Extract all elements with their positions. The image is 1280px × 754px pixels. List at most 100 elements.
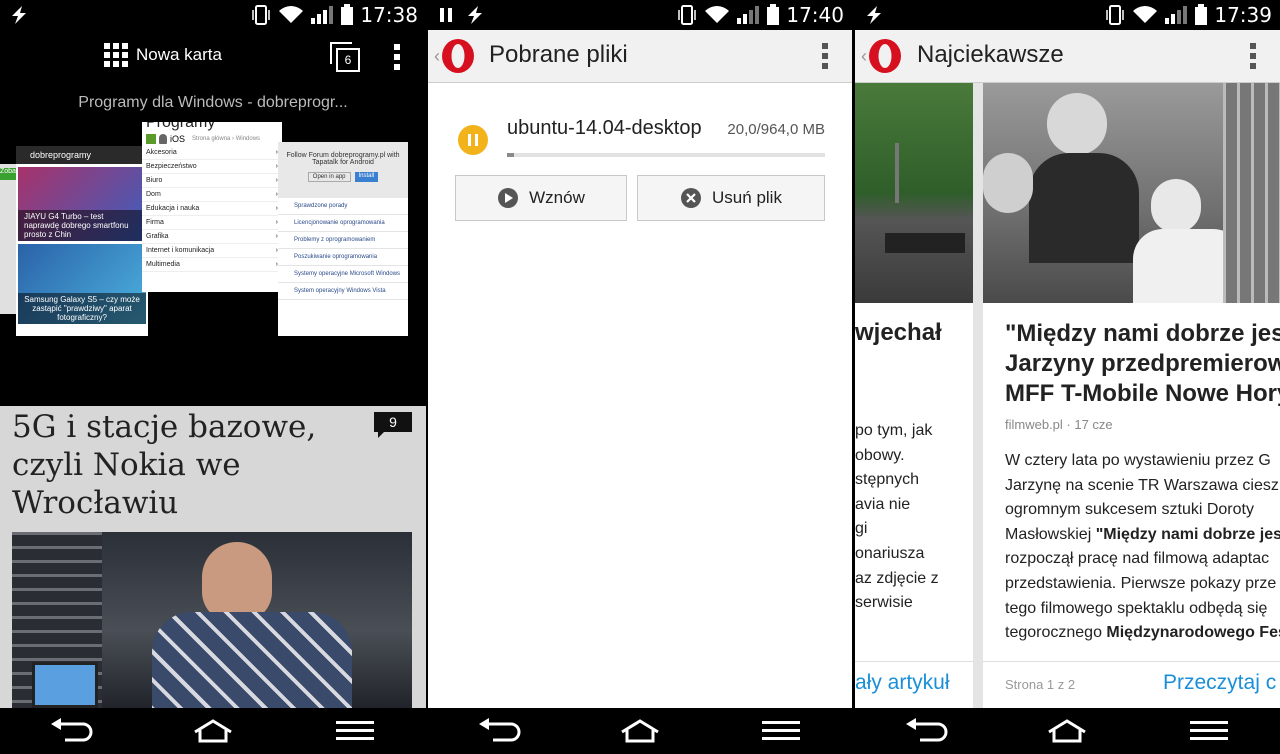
text-line: tegorocznego Międzynarodowego Fes — [1005, 624, 1280, 642]
crumb: Strona główna › Windows — [192, 136, 261, 142]
menu-button[interactable] — [1179, 711, 1239, 751]
grid-icon — [104, 43, 128, 67]
menu-item[interactable]: Firma › — [142, 216, 282, 230]
pause-status-icon — [440, 8, 452, 22]
read-more-link[interactable]: Przeczytaj c — [1163, 671, 1276, 695]
back-button[interactable] — [41, 711, 101, 751]
menu-item[interactable]: Akcesoria › — [142, 146, 282, 160]
card-source: filmweb.pl · 17 cze — [1005, 417, 1113, 432]
promo-text: Follow Forum dobreprogramy.pl with Tapat… — [286, 152, 400, 166]
file-size: 20,0/964,0 MB — [727, 121, 825, 138]
news-card-right[interactable]: "Między nami dobrze jes Jarzyny przedpre… — [983, 83, 1280, 708]
home-button[interactable] — [183, 711, 243, 751]
menu-item-label: Multimedia — [146, 261, 180, 268]
new-tab-label: Nowa karta — [136, 45, 222, 64]
resume-button[interactable]: Wznów — [455, 175, 627, 221]
tab-thumbnail-far-left[interactable]: Zobacz, co — [0, 164, 16, 314]
panel-discover: 17:39 ‹ Najciekawsze wjechał po tym, jak… — [855, 0, 1280, 754]
opera-home-button[interactable]: ‹ — [434, 38, 476, 74]
card-title: "Między nami dobrze jes Jarzyny przedpre… — [1005, 320, 1280, 407]
home-button[interactable] — [610, 711, 670, 751]
text-line: az zdjęcie z — [855, 569, 939, 587]
battery-icon — [341, 4, 354, 25]
nav-bar — [428, 708, 852, 754]
menu-button[interactable] — [751, 711, 811, 751]
forum-item[interactable]: Problemy z oprogramowaniem — [278, 232, 408, 249]
menu-item[interactable]: Edukacja i nauka › — [142, 202, 282, 216]
install-button[interactable]: Install — [354, 172, 379, 182]
article-thumb-2: Samsung Galaxy S5 – czy może zastąpić "p… — [18, 293, 146, 324]
back-button[interactable] — [896, 711, 956, 751]
text-line: gi — [855, 520, 868, 538]
overflow-menu-icon[interactable] — [1249, 43, 1257, 69]
read-article-link[interactable]: ały artykuł — [855, 671, 950, 695]
clock: 17:39 — [1214, 3, 1272, 27]
menu-item-label: Firma — [146, 219, 164, 226]
resume-label: Wznów — [529, 188, 585, 207]
site-logo: dobreprogramy — [16, 146, 148, 164]
menu-item[interactable]: Biuro › — [142, 174, 282, 188]
android-icon — [159, 134, 167, 144]
pause-button[interactable] — [458, 125, 488, 155]
opera-home-button[interactable]: ‹ — [861, 38, 903, 74]
home-icon — [194, 719, 232, 743]
forum-item[interactable]: System operacyjny Windows Vista — [278, 283, 408, 300]
menu-item[interactable]: Internet i komunikacja › — [142, 244, 282, 258]
forum-item[interactable]: Sprawdzone porady — [278, 198, 408, 215]
tab-thumbnail-forum[interactable]: Follow Forum dobreprogramy.pl with Tapat… — [278, 142, 408, 336]
delete-file-button[interactable]: Usuń plik — [637, 175, 825, 221]
battery-icon — [1195, 4, 1208, 25]
panel-tabs: 17:38 Nowa karta 6 Programy dla Windows … — [0, 0, 426, 754]
card-title: wjechał — [855, 319, 942, 346]
menu-item-label: Akcesoria — [146, 149, 177, 156]
text-line: Masłowskiej "Między nami dobrze jes — [1005, 525, 1280, 543]
news-card-left[interactable]: wjechał po tym, jak obowy. stępnych avia ni… — [855, 83, 973, 708]
signal-icon — [311, 6, 334, 24]
text-line: avia nie — [855, 495, 911, 513]
home-button[interactable] — [1037, 711, 1097, 751]
menu-item-label: Biuro — [146, 177, 163, 184]
nav-bar — [0, 708, 426, 754]
text-line: obowy. — [855, 446, 905, 464]
pause-icon — [468, 134, 471, 146]
menu-item[interactable]: Dom › — [142, 188, 282, 202]
menu-item-label: Edukacja i nauka — [146, 205, 200, 212]
open-in-app-button[interactable]: Open in app — [307, 172, 351, 182]
tab-thumbnail-menu[interactable]: Programy iOS Strona główna › Windows Akc… — [142, 122, 282, 292]
panel-downloads: 17:40 ‹ Pobrane pliki ubuntu-14.04-deskt… — [428, 0, 852, 754]
download-progress — [507, 153, 825, 157]
tab-switcher[interactable]: Programy dla Windows - dobreprogr... dob… — [0, 84, 426, 404]
overflow-menu-icon[interactable] — [821, 43, 829, 69]
forum-item[interactable]: Systemy operacyjne Microsoft Windows — [278, 266, 408, 283]
overflow-menu-icon[interactable] — [393, 44, 401, 70]
menu-item[interactable]: Bezpieczeństwo › — [142, 160, 282, 174]
article-title: 5G i stacje bazowe, czyli Nokia we Wrocł… — [12, 409, 317, 521]
tab-thumbnail-left[interactable]: dobreprogramy JIAYU G4 Turbo – test napr… — [16, 146, 148, 336]
back-button[interactable] — [469, 711, 529, 751]
forum-item[interactable]: Poszukiwanie oprogramowania — [278, 249, 408, 266]
card-photo — [855, 83, 973, 303]
back-icon — [51, 718, 93, 742]
page-title: Najciekawsze — [917, 41, 1064, 68]
signal-icon — [1165, 6, 1188, 24]
menu-item[interactable]: Grafika › — [142, 230, 282, 244]
tab-count-button[interactable]: 6 — [330, 42, 360, 72]
comment-badge[interactable]: 9 — [374, 412, 412, 438]
menu-button[interactable] — [325, 711, 385, 751]
menu-item-label: Dom — [146, 191, 161, 198]
tab-title: Programy dla Windows - dobreprogr... — [78, 94, 348, 111]
battery-icon — [767, 4, 780, 25]
text-line: serwisie — [855, 594, 913, 612]
page-title: Pobrane pliki — [489, 41, 628, 68]
menu-item-label: Bezpieczeństwo — [146, 163, 197, 170]
forum-item[interactable]: Licencjonowanie oprogramowania — [278, 215, 408, 232]
article-preview[interactable]: 5G i stacje bazowe, czyli Nokia we Wrocł… — [0, 406, 426, 708]
status-bar: 17:38 — [0, 0, 426, 30]
clock: 17:38 — [360, 3, 418, 27]
new-tab-button[interactable]: Nowa karta — [104, 43, 222, 67]
menu-item[interactable]: Multimedia › — [142, 258, 282, 272]
opera-logo-icon — [442, 39, 474, 73]
article-thumb-1: JIAYU G4 Turbo – test naprawdę dobrego s… — [18, 210, 146, 241]
text-line: onariusza — [855, 544, 925, 562]
text-line: tego filmowego spektaklu odbędą się — [1005, 599, 1268, 617]
